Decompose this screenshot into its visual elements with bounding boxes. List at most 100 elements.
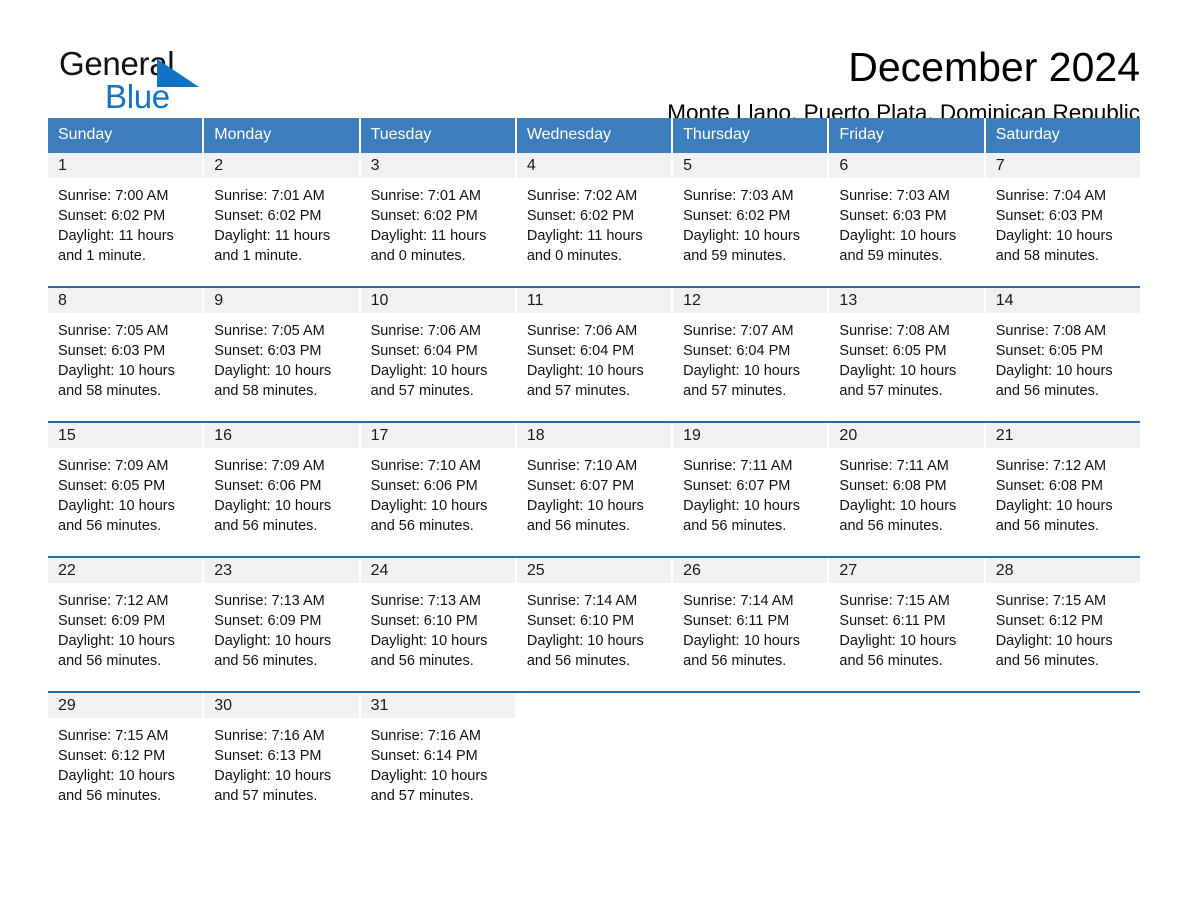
day-number: 19 bbox=[673, 423, 828, 448]
sunrise-text: Sunrise: 7:01 AM bbox=[214, 188, 325, 204]
sunrise-text: Sunrise: 7:13 AM bbox=[370, 593, 481, 609]
day-number: 11 bbox=[516, 288, 672, 313]
day-cell[interactable]: 2 Sunrise: 7:01 AM Sunset: 6:02 PM Dayli… bbox=[204, 153, 359, 286]
day-cell[interactable]: 7 Sunrise: 7:04 AM Sunset: 6:03 PM Dayli… bbox=[985, 153, 1140, 286]
day-cell[interactable]: 22 Sunrise: 7:12 AM Sunset: 6:09 PM Dayl… bbox=[48, 558, 203, 691]
day-details: Sunrise: 7:13 AM Sunset: 6:09 PM Dayligh… bbox=[204, 583, 358, 671]
day-number: 7 bbox=[985, 153, 1140, 178]
day-details: Sunrise: 7:16 AM Sunset: 6:13 PM Dayligh… bbox=[204, 718, 358, 806]
day-cell[interactable]: 13 Sunrise: 7:08 AM Sunset: 6:05 PM Dayl… bbox=[829, 288, 984, 421]
sunrise-text: Sunrise: 7:00 AM bbox=[58, 188, 169, 204]
daylight-text: Daylight: 11 hours and 0 minutes. bbox=[370, 228, 487, 264]
sunset-text: Sunset: 6:14 PM bbox=[370, 748, 478, 764]
daylight-text: Daylight: 10 hours and 56 minutes. bbox=[370, 498, 488, 534]
day-cell[interactable]: 8 Sunrise: 7:05 AM Sunset: 6:03 PM Dayli… bbox=[48, 288, 203, 421]
day-cell[interactable]: 21 Sunrise: 7:12 AM Sunset: 6:08 PM Dayl… bbox=[985, 423, 1140, 556]
day-cell[interactable]: 24 Sunrise: 7:13 AM Sunset: 6:10 PM Dayl… bbox=[360, 558, 515, 691]
weekday-header-thursday: Thursday bbox=[673, 118, 828, 153]
day-cell[interactable]: 15 Sunrise: 7:09 AM Sunset: 6:05 PM Dayl… bbox=[48, 423, 203, 556]
sunrise-text: Sunrise: 7:16 AM bbox=[214, 728, 325, 744]
day-cell[interactable]: 16 Sunrise: 7:09 AM Sunset: 6:06 PM Dayl… bbox=[204, 423, 359, 556]
sunrise-text: Sunrise: 7:06 AM bbox=[526, 323, 638, 339]
daylight-text: Daylight: 10 hours and 56 minutes. bbox=[58, 498, 175, 534]
day-cell[interactable]: 31 Sunrise: 7:16 AM Sunset: 6:14 PM Dayl… bbox=[360, 693, 515, 826]
day-cell[interactable]: 27 Sunrise: 7:15 AM Sunset: 6:11 PM Dayl… bbox=[829, 558, 984, 691]
sunset-text: Sunset: 6:06 PM bbox=[370, 478, 478, 494]
day-cell[interactable]: 19 Sunrise: 7:11 AM Sunset: 6:07 PM Dayl… bbox=[673, 423, 828, 556]
daylight-text: Daylight: 10 hours and 56 minutes. bbox=[995, 633, 1113, 669]
sunset-text: Sunset: 6:02 PM bbox=[526, 208, 635, 224]
sunrise-text: Sunrise: 7:08 AM bbox=[995, 323, 1107, 339]
daylight-text: Daylight: 10 hours and 59 minutes. bbox=[683, 228, 801, 264]
daylight-text: Daylight: 11 hours and 1 minute. bbox=[214, 228, 331, 264]
weekday-header-sunday: Sunday bbox=[48, 118, 203, 153]
day-cell[interactable]: 20 Sunrise: 7:11 AM Sunset: 6:08 PM Dayl… bbox=[829, 423, 984, 556]
daylight-text: Daylight: 10 hours and 56 minutes. bbox=[683, 633, 801, 669]
day-cell[interactable]: 30 Sunrise: 7:16 AM Sunset: 6:13 PM Dayl… bbox=[204, 693, 359, 826]
day-details: Sunrise: 7:10 AM Sunset: 6:07 PM Dayligh… bbox=[517, 448, 671, 536]
day-cell[interactable]: 6 Sunrise: 7:03 AM Sunset: 6:03 PM Dayli… bbox=[829, 153, 984, 286]
sunset-text: Sunset: 6:09 PM bbox=[58, 613, 166, 629]
day-cell[interactable]: 1 Sunrise: 7:00 AM Sunset: 6:02 PM Dayli… bbox=[48, 153, 203, 286]
sunrise-text: Sunrise: 7:09 AM bbox=[214, 458, 325, 474]
sunrise-text: Sunrise: 7:09 AM bbox=[58, 458, 169, 474]
day-details: Sunrise: 7:15 AM Sunset: 6:12 PM Dayligh… bbox=[986, 583, 1140, 671]
sunset-text: Sunset: 6:03 PM bbox=[839, 208, 947, 224]
day-cell[interactable]: 10 Sunrise: 7:06 AM Sunset: 6:04 PM Dayl… bbox=[360, 288, 515, 421]
week-row: 22 Sunrise: 7:12 AM Sunset: 6:09 PM Dayl… bbox=[48, 556, 1140, 691]
title-block: December 2024 Monte Llano, Puerto Plata,… bbox=[280, 44, 1140, 127]
day-cell[interactable]: 14 Sunrise: 7:08 AM Sunset: 6:05 PM Dayl… bbox=[985, 288, 1140, 421]
day-details: Sunrise: 7:14 AM Sunset: 6:11 PM Dayligh… bbox=[673, 583, 827, 671]
day-cell[interactable]: 26 Sunrise: 7:14 AM Sunset: 6:11 PM Dayl… bbox=[673, 558, 828, 691]
day-cell[interactable]: 17 Sunrise: 7:10 AM Sunset: 6:06 PM Dayl… bbox=[360, 423, 515, 556]
daylight-text: Daylight: 10 hours and 56 minutes. bbox=[214, 633, 332, 669]
sunset-text: Sunset: 6:09 PM bbox=[214, 613, 322, 629]
day-number bbox=[829, 693, 984, 718]
day-cell[interactable]: 25 Sunrise: 7:14 AM Sunset: 6:10 PM Dayl… bbox=[516, 558, 672, 691]
sunset-text: Sunset: 6:04 PM bbox=[683, 343, 791, 359]
day-number: 18 bbox=[516, 423, 672, 448]
sunset-text: Sunset: 6:11 PM bbox=[683, 613, 790, 629]
sunset-text: Sunset: 6:05 PM bbox=[995, 343, 1103, 359]
day-number: 24 bbox=[360, 558, 515, 583]
day-cell[interactable]: 11 Sunrise: 7:06 AM Sunset: 6:04 PM Dayl… bbox=[516, 288, 672, 421]
day-cell[interactable]: 3 Sunrise: 7:01 AM Sunset: 6:02 PM Dayli… bbox=[360, 153, 515, 286]
day-cell[interactable]: 29 Sunrise: 7:15 AM Sunset: 6:12 PM Dayl… bbox=[48, 693, 203, 826]
day-details: Sunrise: 7:05 AM Sunset: 6:03 PM Dayligh… bbox=[204, 313, 358, 401]
day-number: 2 bbox=[204, 153, 359, 178]
sunset-text: Sunset: 6:12 PM bbox=[995, 613, 1103, 629]
sunrise-text: Sunrise: 7:15 AM bbox=[839, 593, 950, 609]
sunrise-text: Sunrise: 7:07 AM bbox=[683, 323, 794, 339]
sunrise-text: Sunrise: 7:04 AM bbox=[995, 188, 1107, 204]
daylight-text: Daylight: 10 hours and 58 minutes. bbox=[58, 363, 175, 399]
day-cell[interactable]: 9 Sunrise: 7:05 AM Sunset: 6:03 PM Dayli… bbox=[204, 288, 359, 421]
day-number bbox=[673, 693, 828, 718]
sunset-text: Sunset: 6:07 PM bbox=[526, 478, 635, 494]
daylight-text: Daylight: 11 hours and 0 minutes. bbox=[526, 228, 643, 264]
sunset-text: Sunset: 6:11 PM bbox=[839, 613, 946, 629]
sunset-text: Sunset: 6:06 PM bbox=[214, 478, 322, 494]
day-cell[interactable]: 28 Sunrise: 7:15 AM Sunset: 6:12 PM Dayl… bbox=[985, 558, 1140, 691]
day-cell[interactable]: 4 Sunrise: 7:02 AM Sunset: 6:02 PM Dayli… bbox=[516, 153, 672, 286]
daylight-text: Daylight: 10 hours and 56 minutes. bbox=[839, 498, 957, 534]
sunset-text: Sunset: 6:10 PM bbox=[526, 613, 635, 629]
day-details: Sunrise: 7:15 AM Sunset: 6:11 PM Dayligh… bbox=[829, 583, 983, 671]
day-number: 13 bbox=[829, 288, 984, 313]
sunrise-text: Sunrise: 7:12 AM bbox=[995, 458, 1107, 474]
day-number: 14 bbox=[985, 288, 1140, 313]
sunset-text: Sunset: 6:08 PM bbox=[839, 478, 947, 494]
day-cell[interactable]: 12 Sunrise: 7:07 AM Sunset: 6:04 PM Dayl… bbox=[673, 288, 828, 421]
day-details: Sunrise: 7:13 AM Sunset: 6:10 PM Dayligh… bbox=[361, 583, 515, 671]
sunrise-text: Sunrise: 7:14 AM bbox=[683, 593, 794, 609]
day-number: 5 bbox=[673, 153, 828, 178]
daylight-text: Daylight: 10 hours and 56 minutes. bbox=[526, 498, 644, 534]
sunrise-text: Sunrise: 7:11 AM bbox=[683, 458, 793, 474]
weekday-header-friday: Friday bbox=[829, 118, 984, 153]
day-cell[interactable]: 23 Sunrise: 7:13 AM Sunset: 6:09 PM Dayl… bbox=[204, 558, 359, 691]
day-cell[interactable]: 5 Sunrise: 7:03 AM Sunset: 6:02 PM Dayli… bbox=[673, 153, 828, 286]
day-details: Sunrise: 7:05 AM Sunset: 6:03 PM Dayligh… bbox=[48, 313, 202, 401]
day-cell[interactable]: 18 Sunrise: 7:10 AM Sunset: 6:07 PM Dayl… bbox=[516, 423, 672, 556]
sunset-text: Sunset: 6:04 PM bbox=[526, 343, 635, 359]
weekday-header-tuesday: Tuesday bbox=[360, 118, 515, 153]
day-details: Sunrise: 7:03 AM Sunset: 6:02 PM Dayligh… bbox=[673, 178, 827, 266]
